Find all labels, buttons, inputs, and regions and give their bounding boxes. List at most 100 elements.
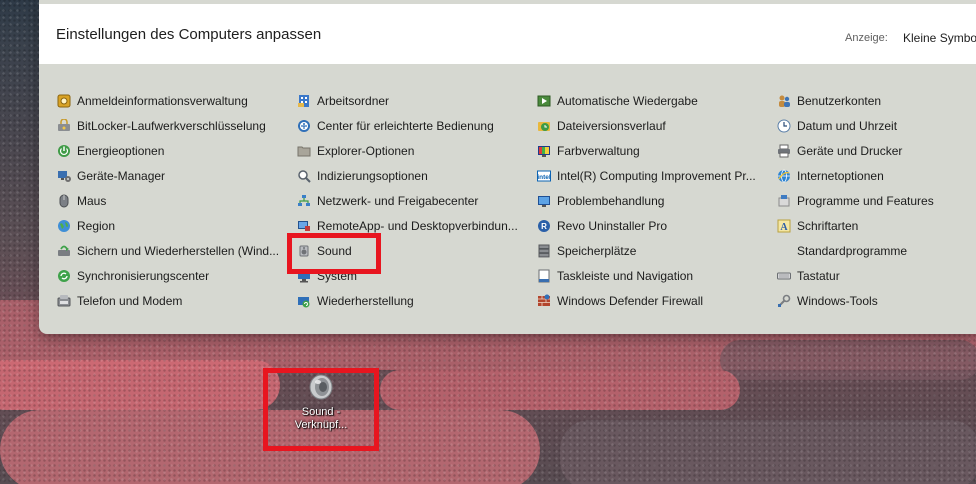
control-panel-item-label: Sichern und Wiederherstellen (Wind... xyxy=(77,244,280,258)
fonts-icon: A xyxy=(777,219,791,233)
intel-icon: intel xyxy=(537,169,551,183)
control-panel-item-troubleshooting[interactable]: Problembehandlung xyxy=(537,191,664,211)
speaker-icon xyxy=(297,244,311,258)
file-history-icon xyxy=(537,119,551,133)
control-panel-item-globe[interactable]: Region xyxy=(57,216,115,236)
phone-modem-icon xyxy=(57,294,71,308)
revo-uninstaller-icon: R xyxy=(537,219,551,233)
control-panel-item-folder[interactable]: Explorer-Optionen xyxy=(297,141,414,161)
control-panel-item-label: Geräte und Drucker xyxy=(797,144,903,158)
control-panel-item-label: Indizierungsoptionen xyxy=(317,169,428,183)
control-panel-item-label: Windows-Tools xyxy=(797,294,878,308)
control-panel-item-label: Programme und Features xyxy=(797,194,934,208)
storage-spaces-icon xyxy=(537,244,551,258)
credential-vault-icon xyxy=(57,94,71,108)
control-panel-item-autoplay[interactable]: Automatische Wiedergabe xyxy=(537,91,698,111)
control-panel-item-label: Internetoptionen xyxy=(797,169,884,183)
taskbar-icon xyxy=(537,269,551,283)
clock-icon xyxy=(777,119,791,133)
control-panel-item-label: Schriftarten xyxy=(797,219,859,233)
control-panel-item-label: System xyxy=(317,269,358,283)
control-panel-item-keyboard[interactable]: Tastatur xyxy=(777,266,840,286)
control-panel-item-color-management[interactable]: Farbverwaltung xyxy=(537,141,640,161)
control-panel-item-label: Synchronisierungscenter xyxy=(77,269,210,283)
autoplay-icon xyxy=(537,94,551,108)
control-panel-item-ease-of-access[interactable]: Center für erleichterte Bedienung xyxy=(297,116,494,136)
control-panel-item-label: Standardprogramme xyxy=(797,244,908,258)
control-panel-item-intel[interactable]: intel Intel(R) Computing Improvement Pr..… xyxy=(537,166,756,186)
control-panel-item-recovery[interactable]: Wiederherstellung xyxy=(297,291,414,311)
control-panel-item-credential-vault[interactable]: Anmeldeinformationsverwaltung xyxy=(57,91,248,111)
internet-options-icon xyxy=(777,169,791,183)
control-panel-item-system[interactable]: System xyxy=(297,266,357,286)
control-panel-item-label: Benutzerkonten xyxy=(797,94,882,108)
control-panel-item-speaker[interactable]: Sound xyxy=(297,241,352,261)
svg-text:R: R xyxy=(541,222,547,231)
control-panel-item-label: Energieoptionen xyxy=(77,144,165,158)
control-panel-item-label: Explorer-Optionen xyxy=(317,144,415,158)
printer-icon xyxy=(777,144,791,158)
control-panel-item-power[interactable]: Energieoptionen xyxy=(57,141,164,161)
control-panel-item-label: Intel(R) Computing Improvement Pr... xyxy=(557,169,756,183)
recovery-icon xyxy=(297,294,311,308)
svg-text:A: A xyxy=(780,222,788,233)
globe-icon xyxy=(57,219,71,233)
mouse-icon xyxy=(57,194,71,208)
control-panel-item-internet-options[interactable]: Internetoptionen xyxy=(777,166,884,186)
ease-of-access-icon xyxy=(297,119,311,133)
control-panel-item-indexing[interactable]: Indizierungsoptionen xyxy=(297,166,428,186)
control-panel-item-sync[interactable]: Synchronisierungscenter xyxy=(57,266,209,286)
control-panel-item-device-manager[interactable]: Geräte-Manager xyxy=(57,166,165,186)
control-panel-item-clock[interactable]: Datum und Uhrzeit xyxy=(777,116,897,136)
control-panel-item-label: Telefon und Modem xyxy=(77,294,183,308)
control-panel-item-remote-desktop[interactable]: RemoteApp- und Desktopverbindun... xyxy=(297,216,518,236)
control-panel-item-label: Sound xyxy=(317,244,352,258)
control-panel-item-phone-modem[interactable]: Telefon und Modem xyxy=(57,291,182,311)
speaker-icon xyxy=(308,374,334,400)
keyboard-icon xyxy=(777,269,791,283)
control-panel-item-mouse[interactable]: Maus xyxy=(57,191,106,211)
control-panel-item-label: Automatische Wiedergabe xyxy=(557,94,698,108)
control-panel-item-label: BitLocker-Laufwerkverschlüsselung xyxy=(77,119,266,133)
color-management-icon xyxy=(537,144,551,158)
backup-icon xyxy=(57,244,71,258)
firewall-icon xyxy=(537,294,551,308)
power-icon xyxy=(57,144,71,158)
control-panel-item-printer[interactable]: Geräte und Drucker xyxy=(777,141,902,161)
control-panel-item-taskbar[interactable]: Taskleiste und Navigation xyxy=(537,266,693,286)
control-panel-item-bitlocker[interactable]: BitLocker-Laufwerkverschlüsselung xyxy=(57,116,266,136)
control-panel-item-file-history[interactable]: Dateiversionsverlauf xyxy=(537,116,666,136)
control-panel-item-network[interactable]: Netzwerk- und Freigabecenter xyxy=(297,191,478,211)
default-programs-icon xyxy=(777,244,791,258)
control-panel-item-backup[interactable]: Sichern und Wiederherstellen (Wind... xyxy=(57,241,279,261)
control-panel-item-label: Revo Uninstaller Pro xyxy=(557,219,668,233)
svg-text:intel: intel xyxy=(537,174,551,181)
control-panel-item-label: Netzwerk- und Freigabecenter xyxy=(317,194,479,208)
control-panel-item-label: Windows Defender Firewall xyxy=(557,294,704,308)
control-panel-item-firewall[interactable]: Windows Defender Firewall xyxy=(537,291,703,311)
control-panel-item-windows-tools[interactable]: Windows-Tools xyxy=(777,291,878,311)
control-panel-item-revo-uninstaller[interactable]: R Revo Uninstaller Pro xyxy=(537,216,667,236)
control-panel-item-label: RemoteApp- und Desktopverbindun... xyxy=(317,219,518,233)
control-panel-item-label: Dateiversionsverlauf xyxy=(557,119,666,133)
troubleshooting-icon xyxy=(537,194,551,208)
work-folders-icon xyxy=(297,94,311,108)
control-panel-item-programs[interactable]: Programme und Features xyxy=(777,191,934,211)
bitlocker-icon xyxy=(57,119,71,133)
control-panel-item-fonts[interactable]: A Schriftarten xyxy=(777,216,858,236)
programs-icon xyxy=(777,194,791,208)
control-panel-item-label: Taskleiste und Navigation xyxy=(557,269,694,283)
control-panel-item-storage-spaces[interactable]: Speicherplätze xyxy=(537,241,636,261)
control-panel-item-label: Region xyxy=(77,219,116,233)
control-panel-item-label: Problembehandlung xyxy=(557,194,665,208)
remote-desktop-icon xyxy=(297,219,311,233)
control-panel-item-default-programs[interactable]: Standardprogramme xyxy=(777,241,907,261)
shortcut-label-line2: Verknüpf... xyxy=(294,419,348,431)
control-panel-item-label: Wiederherstellung xyxy=(317,294,414,308)
control-panel-item-user-accounts[interactable]: Benutzerkonten xyxy=(777,91,881,111)
control-panel-item-work-folders[interactable]: Arbeitsordner xyxy=(297,91,389,111)
control-panel-item-label: Geräte-Manager xyxy=(77,169,166,183)
folder-icon xyxy=(297,144,311,158)
indexing-icon xyxy=(297,169,311,183)
sound-shortcut[interactable]: Sound - Verknüpf... xyxy=(276,372,366,444)
